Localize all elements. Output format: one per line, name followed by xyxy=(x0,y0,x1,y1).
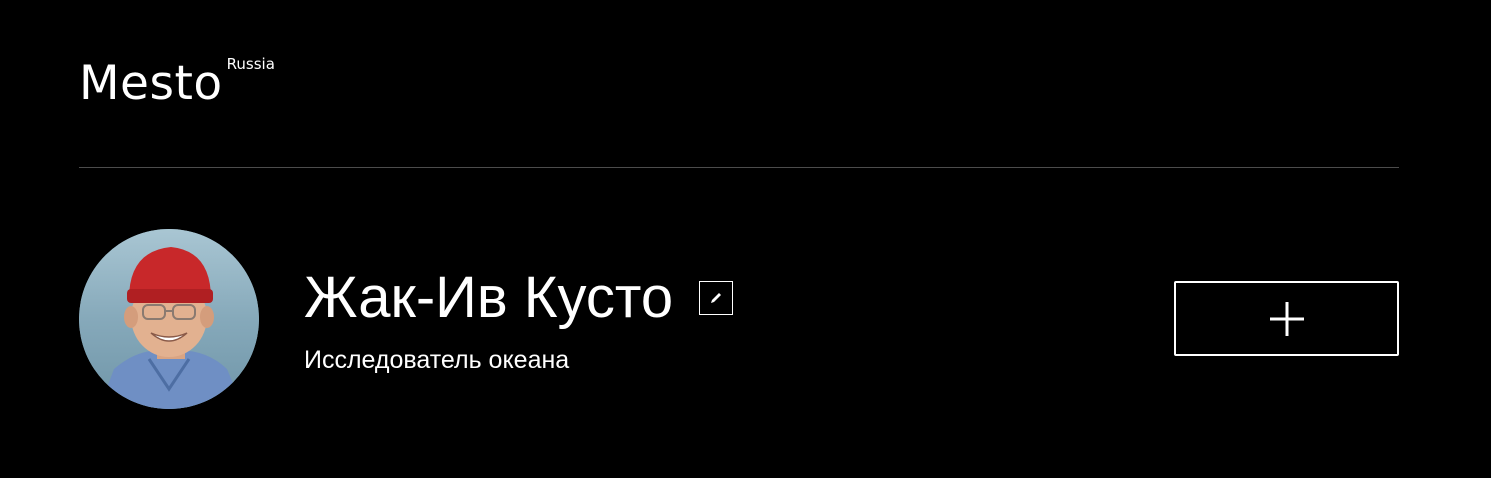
logo[interactable]: Mesto Russia xyxy=(79,56,275,112)
logo-superscript: Russia xyxy=(226,55,275,73)
profile: Жак-Ив Кусто Исследователь океана xyxy=(79,229,1399,409)
profile-about: Исследователь океана xyxy=(304,346,570,374)
plus-icon xyxy=(1269,301,1304,336)
avatar-photo xyxy=(79,229,259,409)
edit-profile-button[interactable] xyxy=(699,281,734,315)
avatar[interactable] xyxy=(79,229,259,409)
profile-info: Жак-Ив Кусто Исследователь океана xyxy=(304,263,734,375)
pencil-icon xyxy=(711,293,722,303)
page: Mesto Russia Жак-Ив Кусто Исследователь … xyxy=(0,0,1491,478)
header: Mesto Russia xyxy=(79,0,1399,168)
header-divider xyxy=(79,167,1399,168)
profile-name-row: Жак-Ив Кусто xyxy=(304,263,734,333)
add-place-button[interactable] xyxy=(1174,281,1399,356)
profile-name: Жак-Ив Кусто xyxy=(304,265,674,330)
logo-text: Mesto xyxy=(79,56,223,111)
